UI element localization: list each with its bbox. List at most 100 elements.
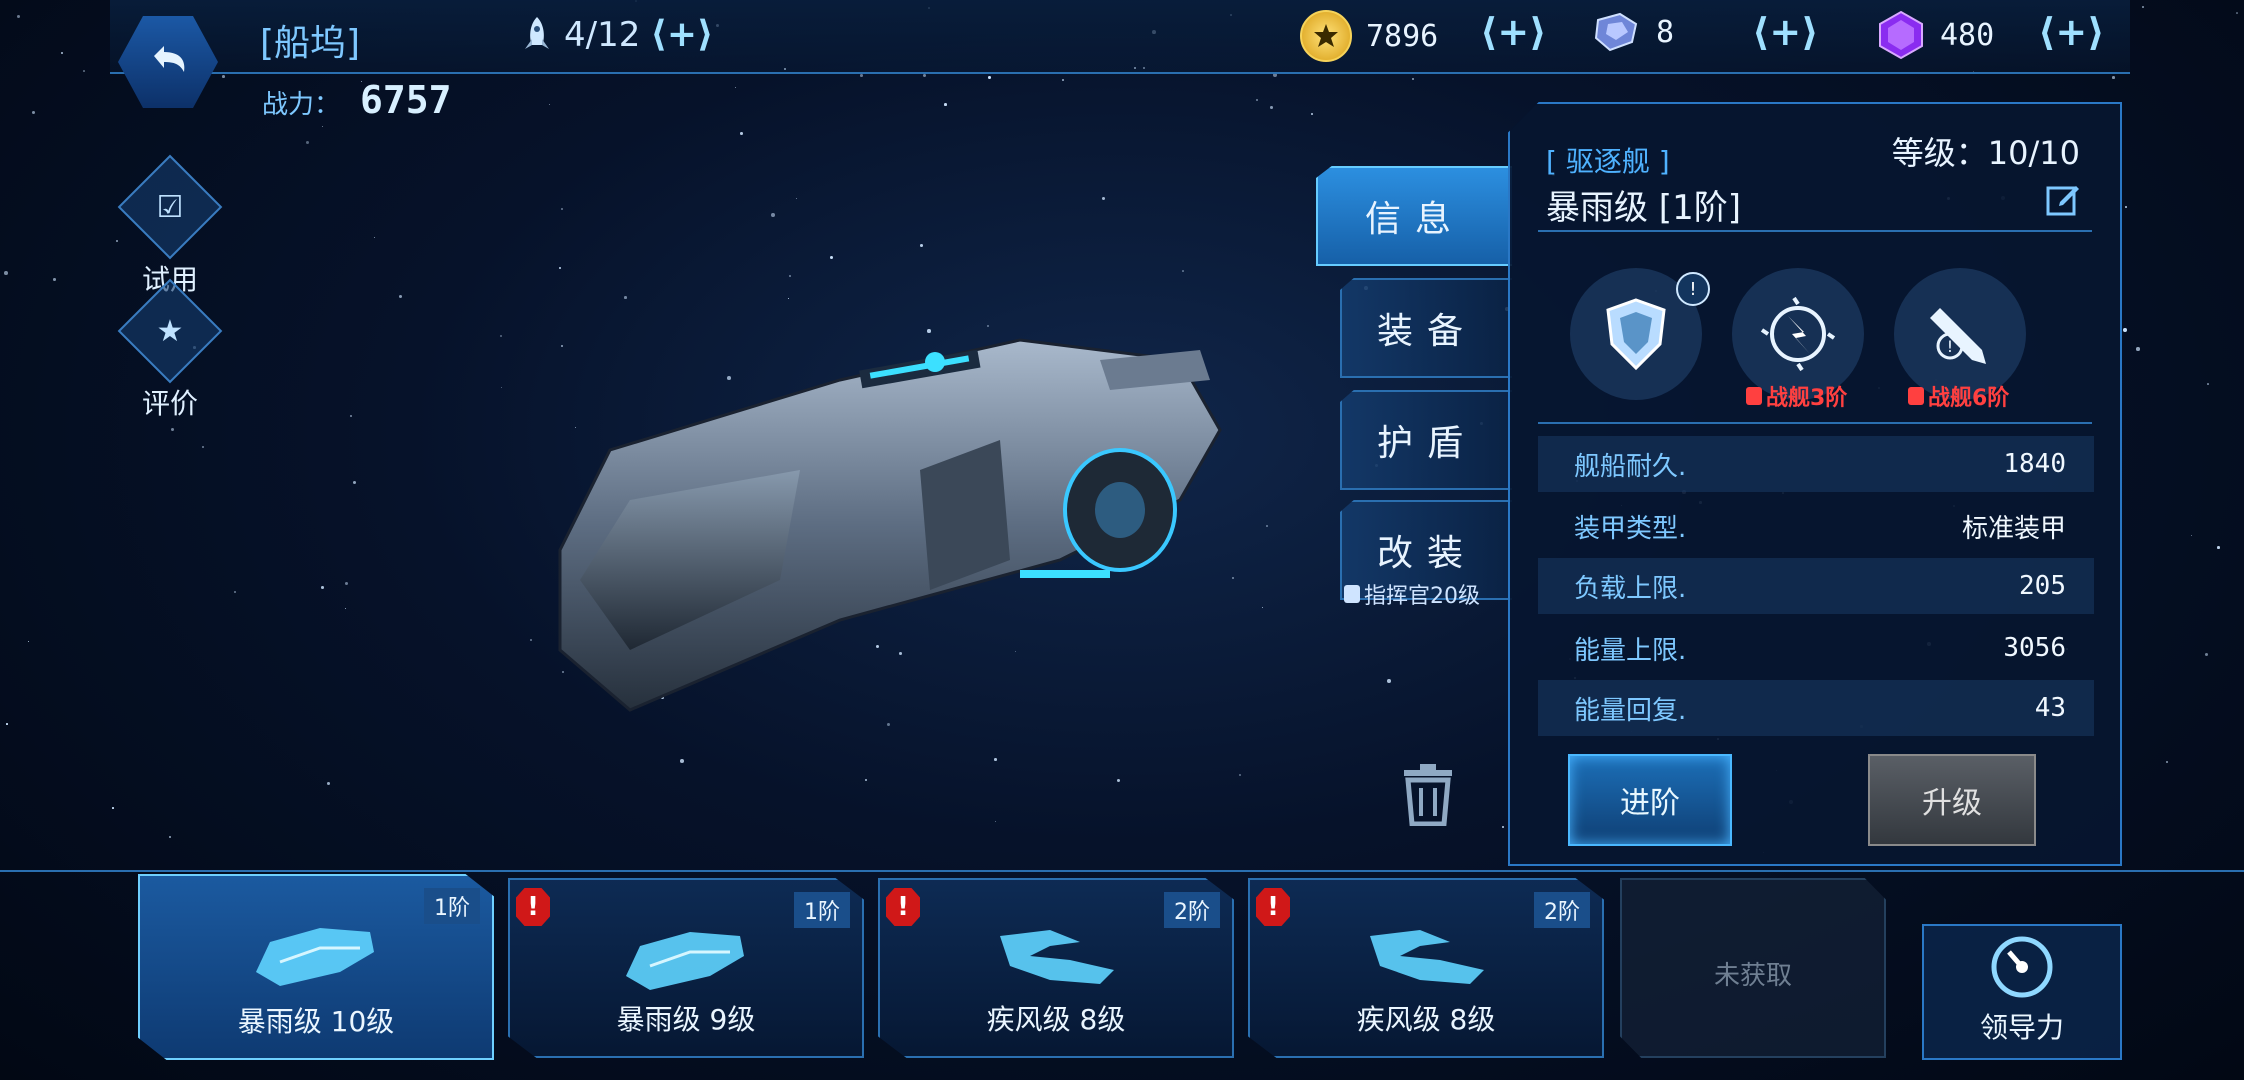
modify-lock-text: 指挥官20级	[1364, 584, 1480, 609]
gem-resource: 480	[1876, 10, 1994, 60]
star	[399, 295, 403, 299]
stat-row-armor-type: 装甲类型. 标准装甲	[1538, 498, 2094, 554]
panel-divider	[1538, 230, 2092, 232]
star	[1502, 826, 1505, 829]
star	[788, 298, 790, 300]
tier-badge: 1阶	[794, 892, 850, 928]
roster-ship-name: 暴雨级 10级	[237, 1005, 395, 1038]
stat-key: 装甲类型.	[1574, 513, 1687, 544]
star	[561, 208, 564, 211]
stat-value: 1840	[2003, 449, 2066, 479]
star	[920, 244, 923, 247]
star	[2123, 328, 2127, 332]
gem-add-button[interactable]: ⟨+⟩	[2038, 10, 2105, 54]
star	[865, 779, 867, 781]
ship-thumbnail-icon	[1370, 930, 1484, 984]
star	[1270, 106, 1273, 109]
skill-emp-lock: 战舰3阶	[1746, 380, 1847, 412]
star	[2142, 6, 2144, 8]
lock-icon	[1344, 585, 1360, 603]
star	[112, 807, 114, 809]
stat-row-load: 负载上限. 205	[1538, 558, 2094, 614]
roster-card-3[interactable]: 2阶 疾风级 8级	[878, 878, 1234, 1058]
star	[2191, 535, 2192, 536]
gold-resource: 7896	[1300, 10, 1438, 62]
tier-badge: 2阶	[1534, 892, 1590, 928]
ship-thumbnail-icon	[1000, 930, 1114, 984]
stat-value: 43	[2034, 693, 2066, 723]
star	[2205, 653, 2209, 657]
tab-equipment[interactable]: 装备	[1340, 278, 1512, 378]
star	[789, 275, 791, 277]
star	[4, 271, 8, 275]
crystal-value: 8	[1656, 14, 1675, 50]
star	[374, 237, 376, 239]
star	[500, 335, 503, 338]
star	[2207, 383, 2209, 385]
fleet-add-button[interactable]: ⟨+⟩	[650, 14, 713, 55]
review-button[interactable]: ★ 评价	[117, 278, 223, 422]
stat-row-energy-regen: 能量回复. 43	[1538, 680, 2094, 736]
missile-icon: !	[1930, 308, 1986, 364]
star	[1262, 607, 1264, 609]
star	[1117, 779, 1120, 782]
fleet-capacity: 4/12 ⟨+⟩	[520, 14, 713, 55]
combat-power-value: 6757	[360, 78, 452, 122]
edit-icon[interactable]	[2046, 182, 2080, 216]
upgrade-button[interactable]: 升级	[1868, 754, 2036, 846]
star	[624, 296, 627, 299]
stats-divider	[1538, 422, 2092, 424]
roster-ship-name: 疾风级 8级	[1356, 1003, 1496, 1036]
advance-button[interactable]: 进阶	[1568, 754, 1732, 846]
star	[1311, 113, 1313, 115]
stat-key: 负载上限.	[1574, 573, 1687, 604]
crystal-icon	[1594, 12, 1638, 52]
gold-add-button[interactable]: ⟨+⟩	[1480, 10, 1547, 54]
tab-shield[interactable]: 护盾	[1340, 390, 1512, 490]
star	[830, 256, 833, 259]
lock-icon	[1908, 387, 1924, 405]
leadership-button[interactable]: 领导力	[1922, 924, 2122, 1060]
roster-card-2[interactable]: 1阶 暴雨级 9级	[508, 878, 864, 1058]
tab-info[interactable]: 信息	[1316, 166, 1512, 266]
star	[327, 782, 330, 785]
combat-power-label: 战力：	[262, 90, 341, 120]
stat-value: 标准装甲	[1961, 513, 2066, 544]
star	[234, 591, 237, 594]
star	[169, 836, 172, 839]
star	[116, 240, 119, 243]
star	[1387, 679, 1391, 683]
star	[350, 415, 353, 418]
star	[944, 103, 947, 106]
star	[353, 481, 357, 485]
tier-badge: 2阶	[1164, 892, 1220, 928]
checkbox-icon: ☑	[117, 154, 223, 260]
gold-coin-icon	[1300, 10, 1352, 62]
star	[61, 52, 63, 54]
crystal-add-button[interactable]: ⟨+⟩	[1752, 10, 1819, 54]
star	[322, 126, 324, 128]
star	[530, 639, 532, 641]
star	[345, 582, 348, 585]
skill-emp-lock-text: 战舰3阶	[1766, 386, 1848, 411]
star	[306, 141, 310, 145]
review-card-icon: ★	[117, 278, 223, 384]
alert-icon: !	[516, 888, 550, 926]
roster-ship-name: 疾风级 8级	[986, 1003, 1126, 1036]
roster-card-4[interactable]: 2阶 疾风级 8级	[1248, 878, 1604, 1058]
stat-key: 能量回复.	[1574, 695, 1687, 726]
star	[887, 723, 890, 726]
ship-name: 暴雨级 [1阶]	[1546, 188, 1741, 228]
gold-value: 7896	[1366, 18, 1439, 54]
stat-row-durability: 舰船耐久. 1840	[1538, 436, 2094, 492]
roster-card-1[interactable]: 1阶 暴雨级 10级	[138, 874, 494, 1060]
star	[28, 641, 30, 643]
star	[2166, 761, 2169, 764]
trash-icon[interactable]	[1400, 762, 1456, 826]
roster-card-empty[interactable]: 未获取	[1620, 878, 1886, 1058]
star	[2236, 12, 2238, 14]
roster-ship-name: 暴雨级 9级	[616, 1003, 756, 1036]
stat-value: 205	[2019, 571, 2066, 601]
star	[559, 267, 562, 270]
skill-missile-lock: 战舰6阶	[1908, 380, 2009, 412]
